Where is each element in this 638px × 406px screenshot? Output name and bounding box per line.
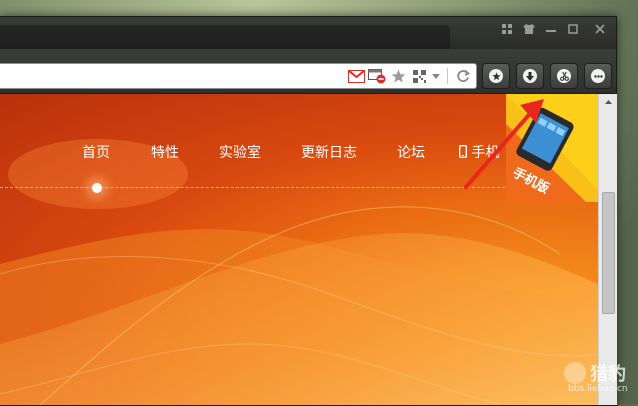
watermark-url: bbs.liebao.cn	[568, 384, 628, 394]
cheetah-logo-icon	[564, 362, 586, 384]
scroll-up-icon[interactable]	[599, 94, 617, 110]
nav-active-indicator	[92, 183, 102, 193]
favorites-star-icon[interactable]	[482, 63, 510, 89]
grid-icon[interactable]	[496, 17, 518, 41]
browser-toolbar	[0, 49, 616, 94]
scissors-icon[interactable]	[550, 63, 578, 89]
close-icon[interactable]	[584, 17, 616, 41]
qr-code-icon[interactable]	[410, 67, 428, 85]
watermark-brand: 猎豹	[590, 364, 626, 385]
nav-item-changelog[interactable]: 更新日志	[301, 142, 357, 162]
scrollbar-thumb[interactable]	[602, 192, 615, 314]
minimize-icon[interactable]	[540, 17, 562, 41]
more-icon[interactable]	[584, 63, 612, 89]
nav-item-features[interactable]: 特性	[151, 142, 179, 162]
screenshot-block-icon[interactable]	[368, 67, 386, 85]
tab-strip	[0, 25, 450, 49]
title-bar	[0, 17, 616, 49]
browser-window: 首页 特性 实验室 更新日志 论坛 手机 手机版	[0, 16, 617, 406]
toolbar-buttons	[482, 63, 612, 89]
maximize-icon[interactable]	[562, 17, 584, 41]
download-icon[interactable]	[516, 63, 544, 89]
window-controls	[496, 17, 616, 43]
dropdown-icon[interactable]	[431, 67, 441, 85]
favorite-star-icon[interactable]	[389, 67, 407, 85]
address-bar-icons	[347, 67, 472, 85]
vertical-scrollbar[interactable]	[598, 94, 617, 405]
annotation-arrow-icon	[464, 99, 544, 189]
nav-item-lab[interactable]: 实验室	[219, 142, 261, 162]
nav-divider	[0, 187, 510, 188]
nav-item-home[interactable]: 首页	[82, 142, 110, 162]
address-bar-separator	[447, 68, 448, 84]
skin-shirt-icon[interactable]	[518, 17, 540, 41]
refresh-icon[interactable]	[454, 67, 472, 85]
nav-item-forum[interactable]: 论坛	[397, 142, 425, 162]
gmail-icon[interactable]	[347, 67, 365, 85]
address-bar[interactable]	[0, 63, 477, 89]
